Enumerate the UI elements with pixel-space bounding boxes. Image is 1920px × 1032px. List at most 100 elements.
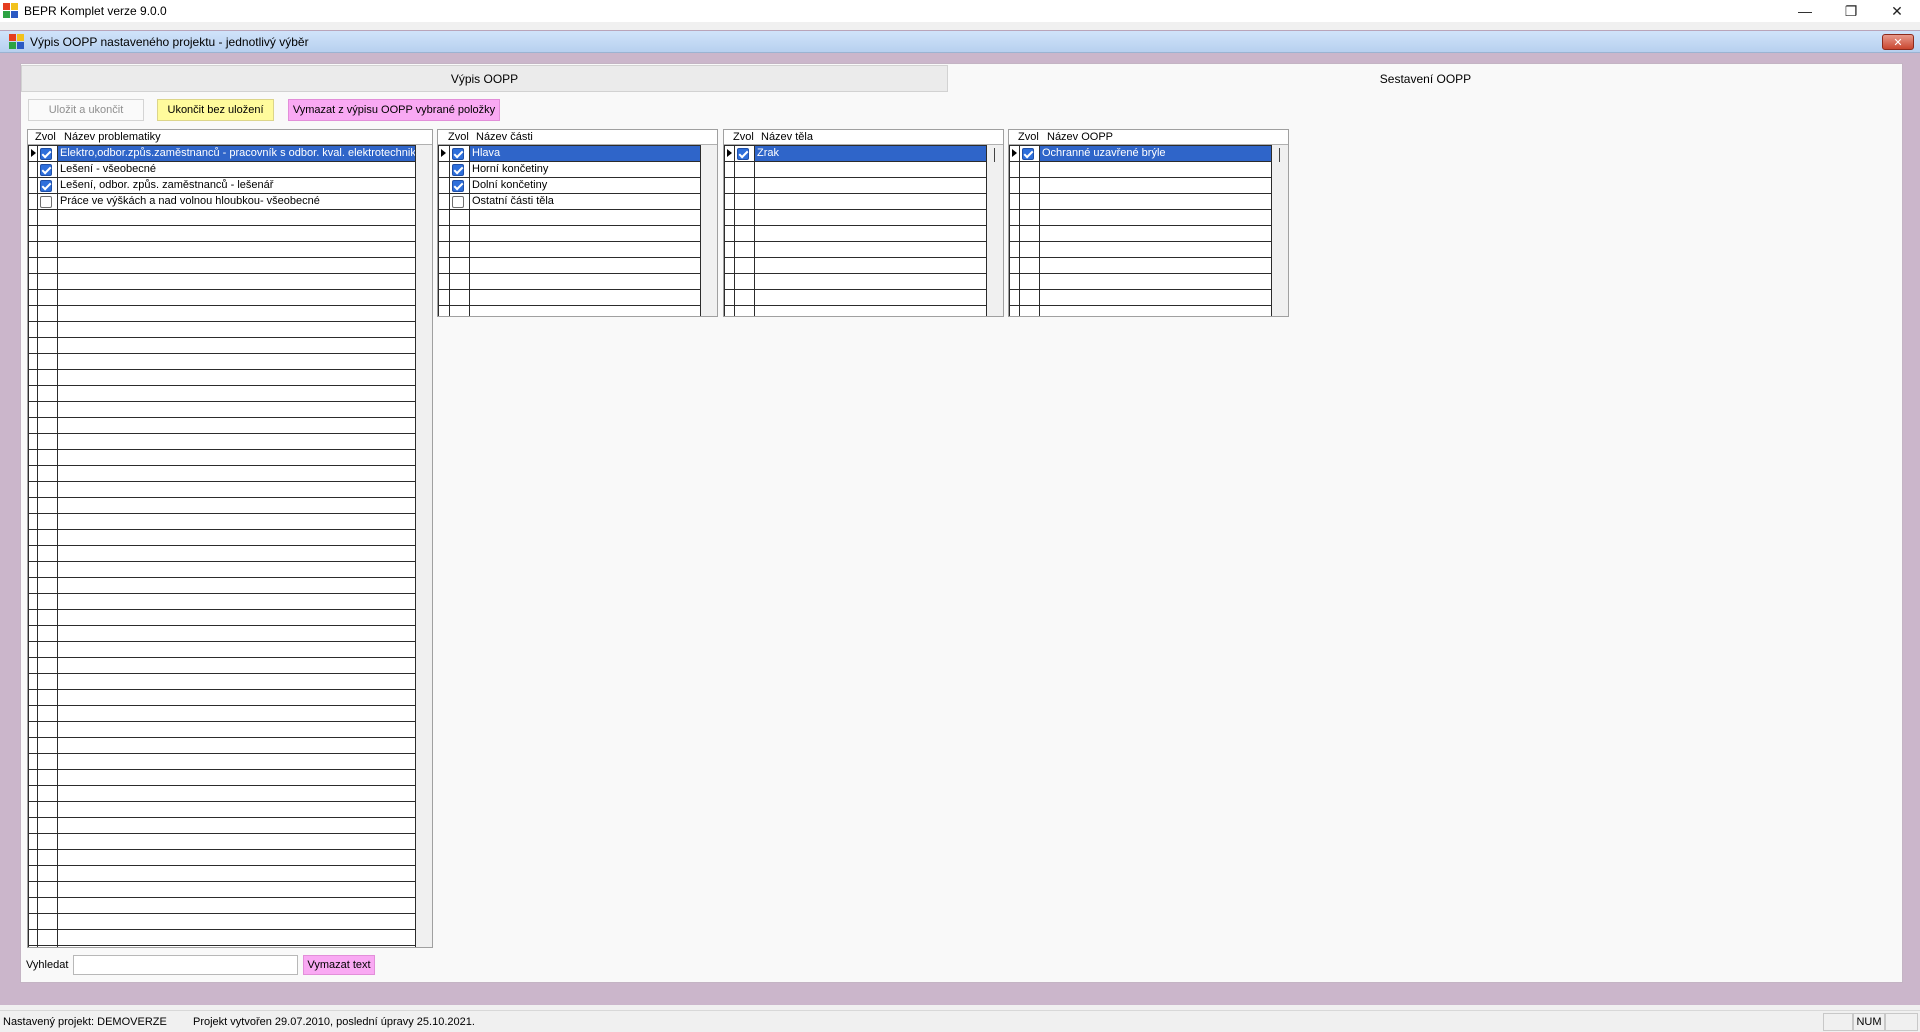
row-text: Lešení, odbor. způs. zaměstnanců - lešen… <box>60 179 274 191</box>
table-row[interactable]: Dolní končetiny <box>438 178 700 193</box>
grid-row-line <box>28 481 415 482</box>
app-title: BEPR Komplet verze 9.0.0 <box>24 4 167 18</box>
row-checkbox[interactable] <box>452 148 464 160</box>
grid-row-line <box>28 881 415 882</box>
grid-problematika[interactable]: Zvol Název problematiky Elektro,odbor.zp… <box>27 129 433 948</box>
status-info: Projekt vytvořen 29.07.2010, poslední úp… <box>193 1016 475 1028</box>
row-text: Lešení - všeobecné <box>60 163 157 175</box>
tab-sestaveni-oopp[interactable]: Sestavení OOPP <box>949 65 1902 92</box>
grid-row-line <box>724 177 986 178</box>
grid-row-line <box>438 209 700 210</box>
restore-button[interactable]: ❐ <box>1828 0 1874 22</box>
tab-vypis-oopp[interactable]: Výpis OOPP <box>21 65 948 92</box>
child-window-title: Výpis OOPP nastaveného projektu - jednot… <box>30 35 309 49</box>
tab-label: Sestavení OOPP <box>1379 71 1472 86</box>
close-button[interactable]: ✕ <box>1874 0 1920 22</box>
row-checkbox[interactable] <box>737 148 749 160</box>
grid-row-line <box>1009 193 1271 194</box>
col-header-nazev: Název těla <box>761 131 813 143</box>
text-caret <box>1279 148 1280 162</box>
minimize-button[interactable]: — <box>1782 0 1828 22</box>
text-caret <box>994 148 995 162</box>
row-checkbox[interactable] <box>452 196 464 208</box>
scrollbar[interactable] <box>415 130 432 947</box>
table-row[interactable]: Elektro,odbor.způs.zaměstnanců - pracovn… <box>28 146 415 161</box>
grid-row-line <box>28 737 415 738</box>
grid-row-line <box>28 753 415 754</box>
grid-row-line <box>28 369 415 370</box>
status-bar: Nastavený projekt: DEMOVERZE Projekt vyt… <box>0 1010 1920 1032</box>
grid-row-line <box>724 161 986 162</box>
row-checkbox[interactable] <box>40 164 52 176</box>
search-input[interactable] <box>73 955 298 975</box>
grid-row-line <box>28 321 415 322</box>
table-row[interactable]: Lešení - všeobecné <box>28 162 415 177</box>
grid-column-line <box>1009 145 1010 316</box>
row-checkbox[interactable] <box>40 148 52 160</box>
grid-row-line <box>438 241 700 242</box>
grid-column-line <box>415 145 416 947</box>
row-indicator-icon <box>441 149 446 157</box>
grid-row-line <box>28 689 415 690</box>
grid-row-line <box>28 417 415 418</box>
child-close-button[interactable]: ✕ <box>1882 34 1914 50</box>
scrollbar[interactable] <box>1271 130 1288 316</box>
exit-without-saving-button[interactable]: Ukončit bez uložení <box>157 99 274 121</box>
grid-row-line <box>28 497 415 498</box>
grid-row-line <box>28 593 415 594</box>
grid-row-line <box>28 385 415 386</box>
row-checkbox[interactable] <box>40 196 52 208</box>
table-row[interactable]: Práce ve výškách a nad volnou hloubkou- … <box>28 194 415 209</box>
table-row[interactable]: Zrak <box>724 146 986 161</box>
grid-row-line <box>1009 177 1271 178</box>
grid-row-line <box>1009 161 1271 162</box>
close-icon: ✕ <box>1891 2 1903 19</box>
grid-row-line <box>28 913 415 914</box>
row-text: Hlava <box>470 146 700 161</box>
search-label: Vyhledat <box>26 959 69 971</box>
grid-row-line <box>1009 273 1271 274</box>
row-checkbox[interactable] <box>40 180 52 192</box>
col-header-nazev: Název OOPP <box>1047 131 1114 143</box>
grid-row-line <box>28 769 415 770</box>
minimize-icon: — <box>1798 3 1812 19</box>
table-row[interactable]: Hlava <box>438 146 700 161</box>
grid-oopp[interactable]: Zvol Název OOPP Ochranné uzavřené brýle <box>1008 129 1289 317</box>
grid-row-line <box>724 193 986 194</box>
row-checkbox[interactable] <box>452 180 464 192</box>
save-exit-button[interactable]: Uložit a ukončit <box>28 99 144 121</box>
grid-row-line <box>28 849 415 850</box>
row-indicator-icon <box>727 149 732 157</box>
grid-row-line <box>28 353 415 354</box>
child-window-titlebar: Výpis OOPP nastaveného projektu - jednot… <box>0 31 1920 53</box>
delete-selected-button[interactable]: Vymazat z výpisu OOPP vybrané položky <box>288 99 500 121</box>
scrollbar[interactable] <box>986 130 1003 316</box>
grid-row-line <box>724 241 986 242</box>
grid-row-line <box>28 273 415 274</box>
grid-column-line <box>1271 145 1272 316</box>
table-row[interactable]: Ochranné uzavřené brýle <box>1009 146 1271 161</box>
grid-header: Zvol Název problematiky <box>28 130 432 145</box>
grid-row-line <box>438 289 700 290</box>
grid-row-line <box>28 257 415 258</box>
grid-row-line <box>28 209 415 210</box>
scrollbar[interactable] <box>700 130 717 316</box>
grid-row-line <box>1009 209 1271 210</box>
grid-row-line <box>28 465 415 466</box>
grid-row-line <box>28 801 415 802</box>
col-header-zvol: Zvol <box>448 131 469 143</box>
grid-row-line <box>438 305 700 306</box>
row-checkbox[interactable] <box>1022 148 1034 160</box>
table-row[interactable]: Ostatní části těla <box>438 194 700 209</box>
row-checkbox[interactable] <box>452 164 464 176</box>
grid-row-line <box>28 305 415 306</box>
grid-row-line <box>28 241 415 242</box>
grid-row-line <box>28 577 415 578</box>
clear-text-button[interactable]: Vymazat text <box>303 955 375 975</box>
grid-row-line <box>28 657 415 658</box>
table-row[interactable]: Horní končetiny <box>438 162 700 177</box>
grid-casti[interactable]: Zvol Název části Hlava Horní končetiny D… <box>437 129 718 317</box>
grid-row-line <box>28 865 415 866</box>
grid-tela[interactable]: Zvol Název těla Zrak <box>723 129 1004 317</box>
table-row[interactable]: Lešení, odbor. způs. zaměstnanců - lešen… <box>28 178 415 193</box>
